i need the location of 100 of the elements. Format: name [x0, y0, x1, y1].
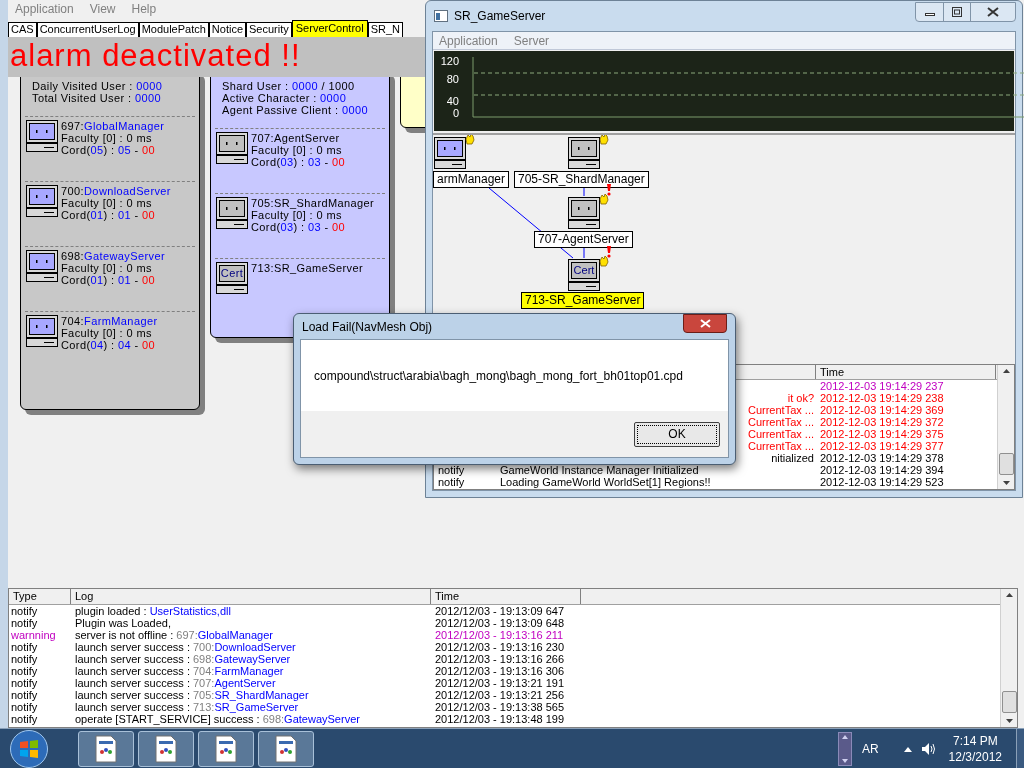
tab[interactable]: SR_N	[367, 22, 403, 37]
table-cell-text: notify	[437, 476, 466, 488]
hand-icon	[599, 255, 609, 267]
axis-tick-label: 120	[440, 55, 459, 67]
table-cell-text: launch server success : 713:SR_GameServer	[74, 701, 300, 713]
table-cell-text: launch server success : 700:DownloadServer	[74, 641, 297, 653]
computer-icon	[216, 262, 248, 294]
table-cell-text: notify	[10, 701, 39, 713]
menu-item[interactable]: View	[88, 0, 117, 18]
taskbar-button[interactable]	[138, 730, 194, 767]
table-cell-text: 2012/12/03 - 19:13:48 199	[434, 713, 566, 725]
server-info-line: Cord(03) : 03 - 00	[251, 156, 346, 168]
node-label[interactable]: 713-SR_GameServer	[521, 292, 645, 309]
server-info-line: 698:GatewayServer	[61, 250, 166, 262]
computer-icon	[26, 120, 58, 152]
scroll-thumb[interactable]	[998, 453, 1014, 475]
ok-button[interactable]: OK	[634, 421, 720, 447]
node-label[interactable]: 707-AgentServer	[534, 231, 633, 248]
table-cell-text: notify	[10, 617, 39, 629]
server-info-line: Cord(04) : 04 - 00	[61, 339, 157, 351]
computer-icon	[568, 137, 600, 169]
table-cell-text: Plugin was Loaded,	[74, 617, 172, 629]
table-cell: CurrentTax ...	[747, 440, 814, 452]
table-cell: GameWorld Instance Manager Initialized	[500, 464, 699, 476]
taskbar-button[interactable]	[198, 730, 254, 767]
cert-label: Cert	[572, 264, 596, 276]
table-cell-text: 2012-12-03 19:14:29 523	[819, 476, 945, 488]
table-cell-text: 2012/12/03 - 19:13:09 648	[434, 617, 566, 629]
menu-item[interactable]: Application	[439, 31, 498, 50]
stat-line: Total Visited User : 0000	[31, 92, 163, 104]
server-info-line: Faculty [0] : 0 ms	[251, 144, 343, 156]
column-header[interactable]: Time	[431, 589, 581, 604]
table-cell-text: 2012-12-03 19:14:29 378	[819, 452, 945, 464]
scroll-down-icon	[840, 756, 849, 765]
table-cell-text: notify	[10, 665, 39, 677]
computer-icon	[216, 197, 248, 229]
table-cell-text: notify	[10, 605, 39, 617]
server-info-line: Faculty [0] : 0 ms	[61, 197, 153, 209]
app-icon	[434, 10, 448, 22]
scrollbar[interactable]	[1000, 589, 1017, 727]
start-button[interactable]	[10, 729, 48, 768]
column-header[interactable]: Type	[9, 589, 71, 604]
table-cell-text: 2012/12/03 - 19:13:16 306	[434, 665, 566, 677]
computer-icon	[568, 259, 600, 291]
show-desktop-button[interactable]	[1016, 729, 1024, 768]
tab[interactable]: CAS	[8, 22, 37, 37]
tab[interactable]: ServerControl	[291, 20, 368, 37]
table-cell: CurrentTax ...	[747, 416, 814, 428]
tab[interactable]: ConcurrentUserLog	[36, 22, 139, 37]
clock-date[interactable]: 12/3/2012	[948, 748, 1002, 765]
table-cell-text: 2012/12/03 - 19:13:16 266	[434, 653, 566, 665]
application-icon	[214, 734, 238, 763]
computer-icon	[568, 197, 600, 229]
node-label[interactable]: 705-SR_ShardManager	[514, 171, 649, 188]
tab[interactable]: Notice	[208, 22, 247, 37]
table-cell-text: 2012/12/03 - 19:13:16 211	[434, 629, 565, 641]
hand-icon	[599, 135, 609, 145]
taskbar-button[interactable]	[78, 730, 134, 767]
connector-line	[583, 246, 585, 259]
language-indicator[interactable]: AR	[861, 739, 879, 758]
table-cell-text: 2012-12-03 19:14:29 237	[819, 380, 945, 392]
server-info-line: Faculty [0] : 0 ms	[61, 327, 153, 339]
axis-tick-label: 0	[452, 107, 459, 119]
table-cell-text: 2012-12-03 19:14:29 372	[819, 416, 945, 428]
table-cell-text: 2012-12-03 19:14:29 394	[819, 464, 945, 476]
close-icon	[699, 319, 711, 328]
hand-icon	[599, 193, 609, 205]
tray-scroll[interactable]	[837, 731, 852, 766]
table-cell-text: notify	[10, 653, 39, 665]
tab[interactable]: Security	[246, 22, 292, 37]
menu-item[interactable]: Server	[513, 31, 550, 50]
axis-tick-label: 80	[446, 73, 459, 85]
menu-item[interactable]: Application	[14, 0, 75, 18]
column-header[interactable]: Log	[71, 589, 431, 604]
table-cell: CurrentTax ...	[747, 428, 814, 440]
menu-item[interactable]: Help	[130, 0, 158, 18]
table-cell-text: notify	[10, 689, 39, 701]
application-icon	[274, 734, 298, 763]
tab[interactable]: ModulePatch	[138, 22, 209, 37]
computer-icon	[26, 315, 58, 347]
table-cell-text: notify	[10, 677, 39, 689]
table-cell-text: 2012/12/03 - 19:13:21 191	[434, 677, 566, 689]
server-info-line: Cord(05) : 05 - 00	[61, 144, 157, 156]
stat-line: Agent Passive Client : 0000	[221, 104, 369, 116]
scroll-thumb[interactable]	[1001, 691, 1017, 713]
table-cell-text: notify	[437, 464, 466, 476]
table-cell-text: launch server success : 705:SR_ShardManager	[74, 689, 310, 701]
taskbar-button[interactable]	[258, 730, 314, 767]
table-cell-text: launch server success : 698:GatewayServer	[74, 653, 292, 665]
clock-time[interactable]: 7:14 PM	[952, 732, 998, 749]
table-cell-text: launch server success : 704:FarmManager	[74, 665, 285, 677]
window-title: SR_GameServer	[454, 8, 546, 25]
node-label[interactable]: armManager	[433, 171, 510, 188]
server-info-line: 697:GlobalManager	[61, 120, 165, 132]
table-cell: CurrentTax ...	[747, 404, 814, 416]
table-cell-text: 2012-12-03 19:14:29 238	[819, 392, 945, 404]
table-cell-text: 2012-12-03 19:14:29 369	[819, 404, 945, 416]
hand-icon	[465, 135, 475, 145]
close-button[interactable]	[683, 314, 727, 333]
scrollbar[interactable]	[997, 365, 1014, 489]
